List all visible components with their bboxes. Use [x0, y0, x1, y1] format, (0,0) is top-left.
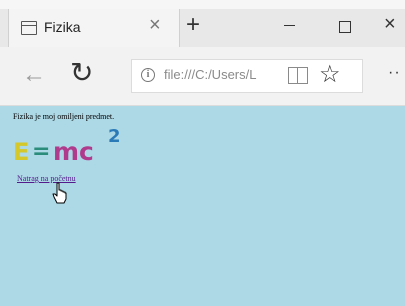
formula-equals: =: [32, 139, 51, 164]
formula-superscript: 2: [108, 126, 121, 147]
window-top-strip: [0, 0, 405, 9]
window-close-icon[interactable]: ×: [384, 14, 396, 34]
navigation-bar: ← ↻ i file:///C:/Users/L ☆ ··: [0, 47, 405, 106]
favorite-star-icon[interactable]: ☆: [319, 60, 341, 90]
info-icon[interactable]: i: [141, 68, 155, 82]
new-tab-button[interactable]: +: [186, 13, 200, 37]
formula-e: E: [13, 138, 30, 166]
back-arrow-icon[interactable]: ←: [22, 63, 46, 87]
tab-close-icon[interactable]: ×: [149, 15, 161, 35]
reading-view-icon[interactable]: [288, 67, 308, 84]
formula-mc: mc: [53, 137, 94, 166]
more-options-icon[interactable]: ··: [388, 65, 401, 81]
tab-page-icon: [21, 21, 37, 35]
address-bar[interactable]: i file:///C:/Users/L ☆: [131, 59, 363, 93]
page-paragraph: Fizika je moj omiljeni predmet.: [13, 112, 115, 121]
hand-cursor-icon: [52, 182, 67, 204]
browser-tab[interactable]: Fizika ×: [8, 9, 180, 47]
tab-bar: Fizika × + ×: [0, 9, 405, 47]
page-content: Fizika je moj omiljeni predmet. E = mc 2…: [0, 106, 405, 306]
url-text[interactable]: file:///C:/Users/L: [164, 67, 256, 82]
refresh-icon[interactable]: ↻: [70, 59, 93, 87]
maximize-icon[interactable]: [339, 21, 351, 33]
minimize-icon[interactable]: [284, 25, 295, 26]
tab-title: Fizika: [44, 19, 81, 35]
